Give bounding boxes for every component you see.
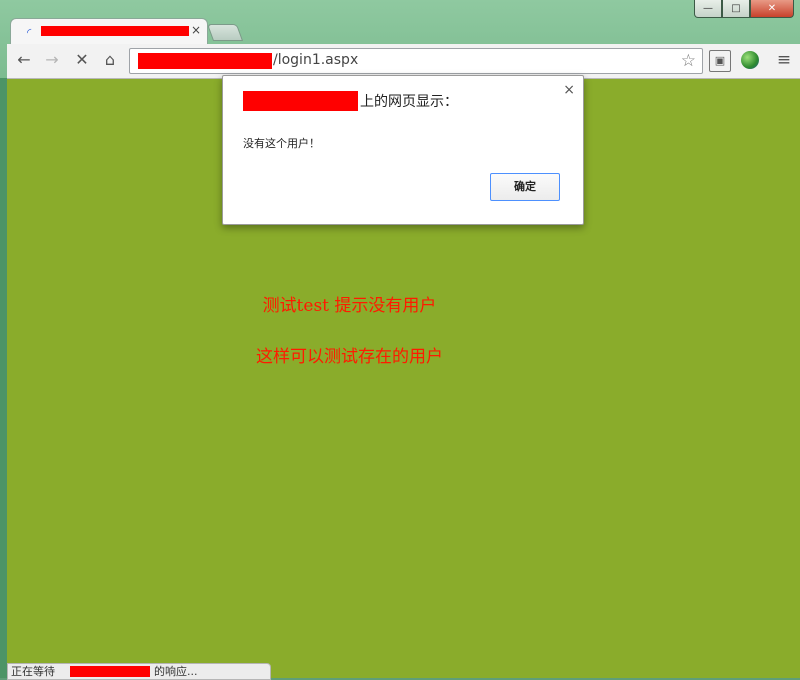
browser-window-frame: — □ ✕ ◜ × ← → ✕ ⌂ /login1.aspx ☆ ▣ ≡ 测试t… [0, 0, 800, 680]
minimize-button[interactable]: — [694, 0, 722, 18]
new-tab-button[interactable] [206, 24, 244, 41]
page-text-line-2: 这样可以测试存在的用户 [256, 347, 443, 367]
forward-arrow-icon[interactable]: → [41, 51, 63, 69]
tab-title-redacted [41, 26, 189, 36]
status-bubble: 正在等待 的响应... [7, 663, 271, 680]
url-host-redacted [138, 53, 272, 69]
loading-icon: ◜ [27, 26, 32, 39]
bookmark-star-icon[interactable]: ☆ [681, 51, 696, 71]
alert-dialog: 上的网页显示： × 没有这个用户！ 确定 [222, 75, 584, 225]
browser-toolbar: ← → ✕ ⌂ /login1.aspx ☆ ▣ ≡ [7, 44, 800, 79]
stop-loading-icon[interactable]: ✕ [71, 51, 93, 69]
status-prefix: 正在等待 [11, 665, 55, 678]
back-arrow-icon[interactable]: ← [13, 51, 35, 69]
dialog-message: 没有这个用户！ [243, 137, 320, 150]
close-window-button[interactable]: ✕ [750, 0, 794, 18]
page-text-line-1: 测试test 提示没有用户 [262, 296, 437, 316]
tab-close-icon[interactable]: × [191, 23, 201, 37]
status-suffix: 的响应... [154, 665, 198, 678]
dialog-host-redacted [243, 91, 358, 111]
globe-extension-icon[interactable] [741, 51, 759, 69]
dialog-close-icon[interactable]: × [563, 82, 575, 98]
status-host-redacted [70, 666, 150, 677]
window-controls: — □ ✕ [694, 0, 794, 19]
menu-icon[interactable]: ≡ [773, 51, 795, 69]
browser-tab[interactable]: ◜ × [10, 18, 208, 45]
home-icon[interactable]: ⌂ [99, 51, 121, 69]
url-path: /login1.aspx [273, 52, 359, 68]
extension-icon[interactable]: ▣ [709, 50, 731, 72]
window-border-left [0, 78, 7, 678]
address-bar[interactable]: /login1.aspx ☆ [129, 48, 703, 74]
dialog-ok-button[interactable]: 确定 [490, 173, 560, 201]
maximize-button[interactable]: □ [722, 0, 750, 18]
dialog-title: 上的网页显示： [360, 94, 458, 110]
